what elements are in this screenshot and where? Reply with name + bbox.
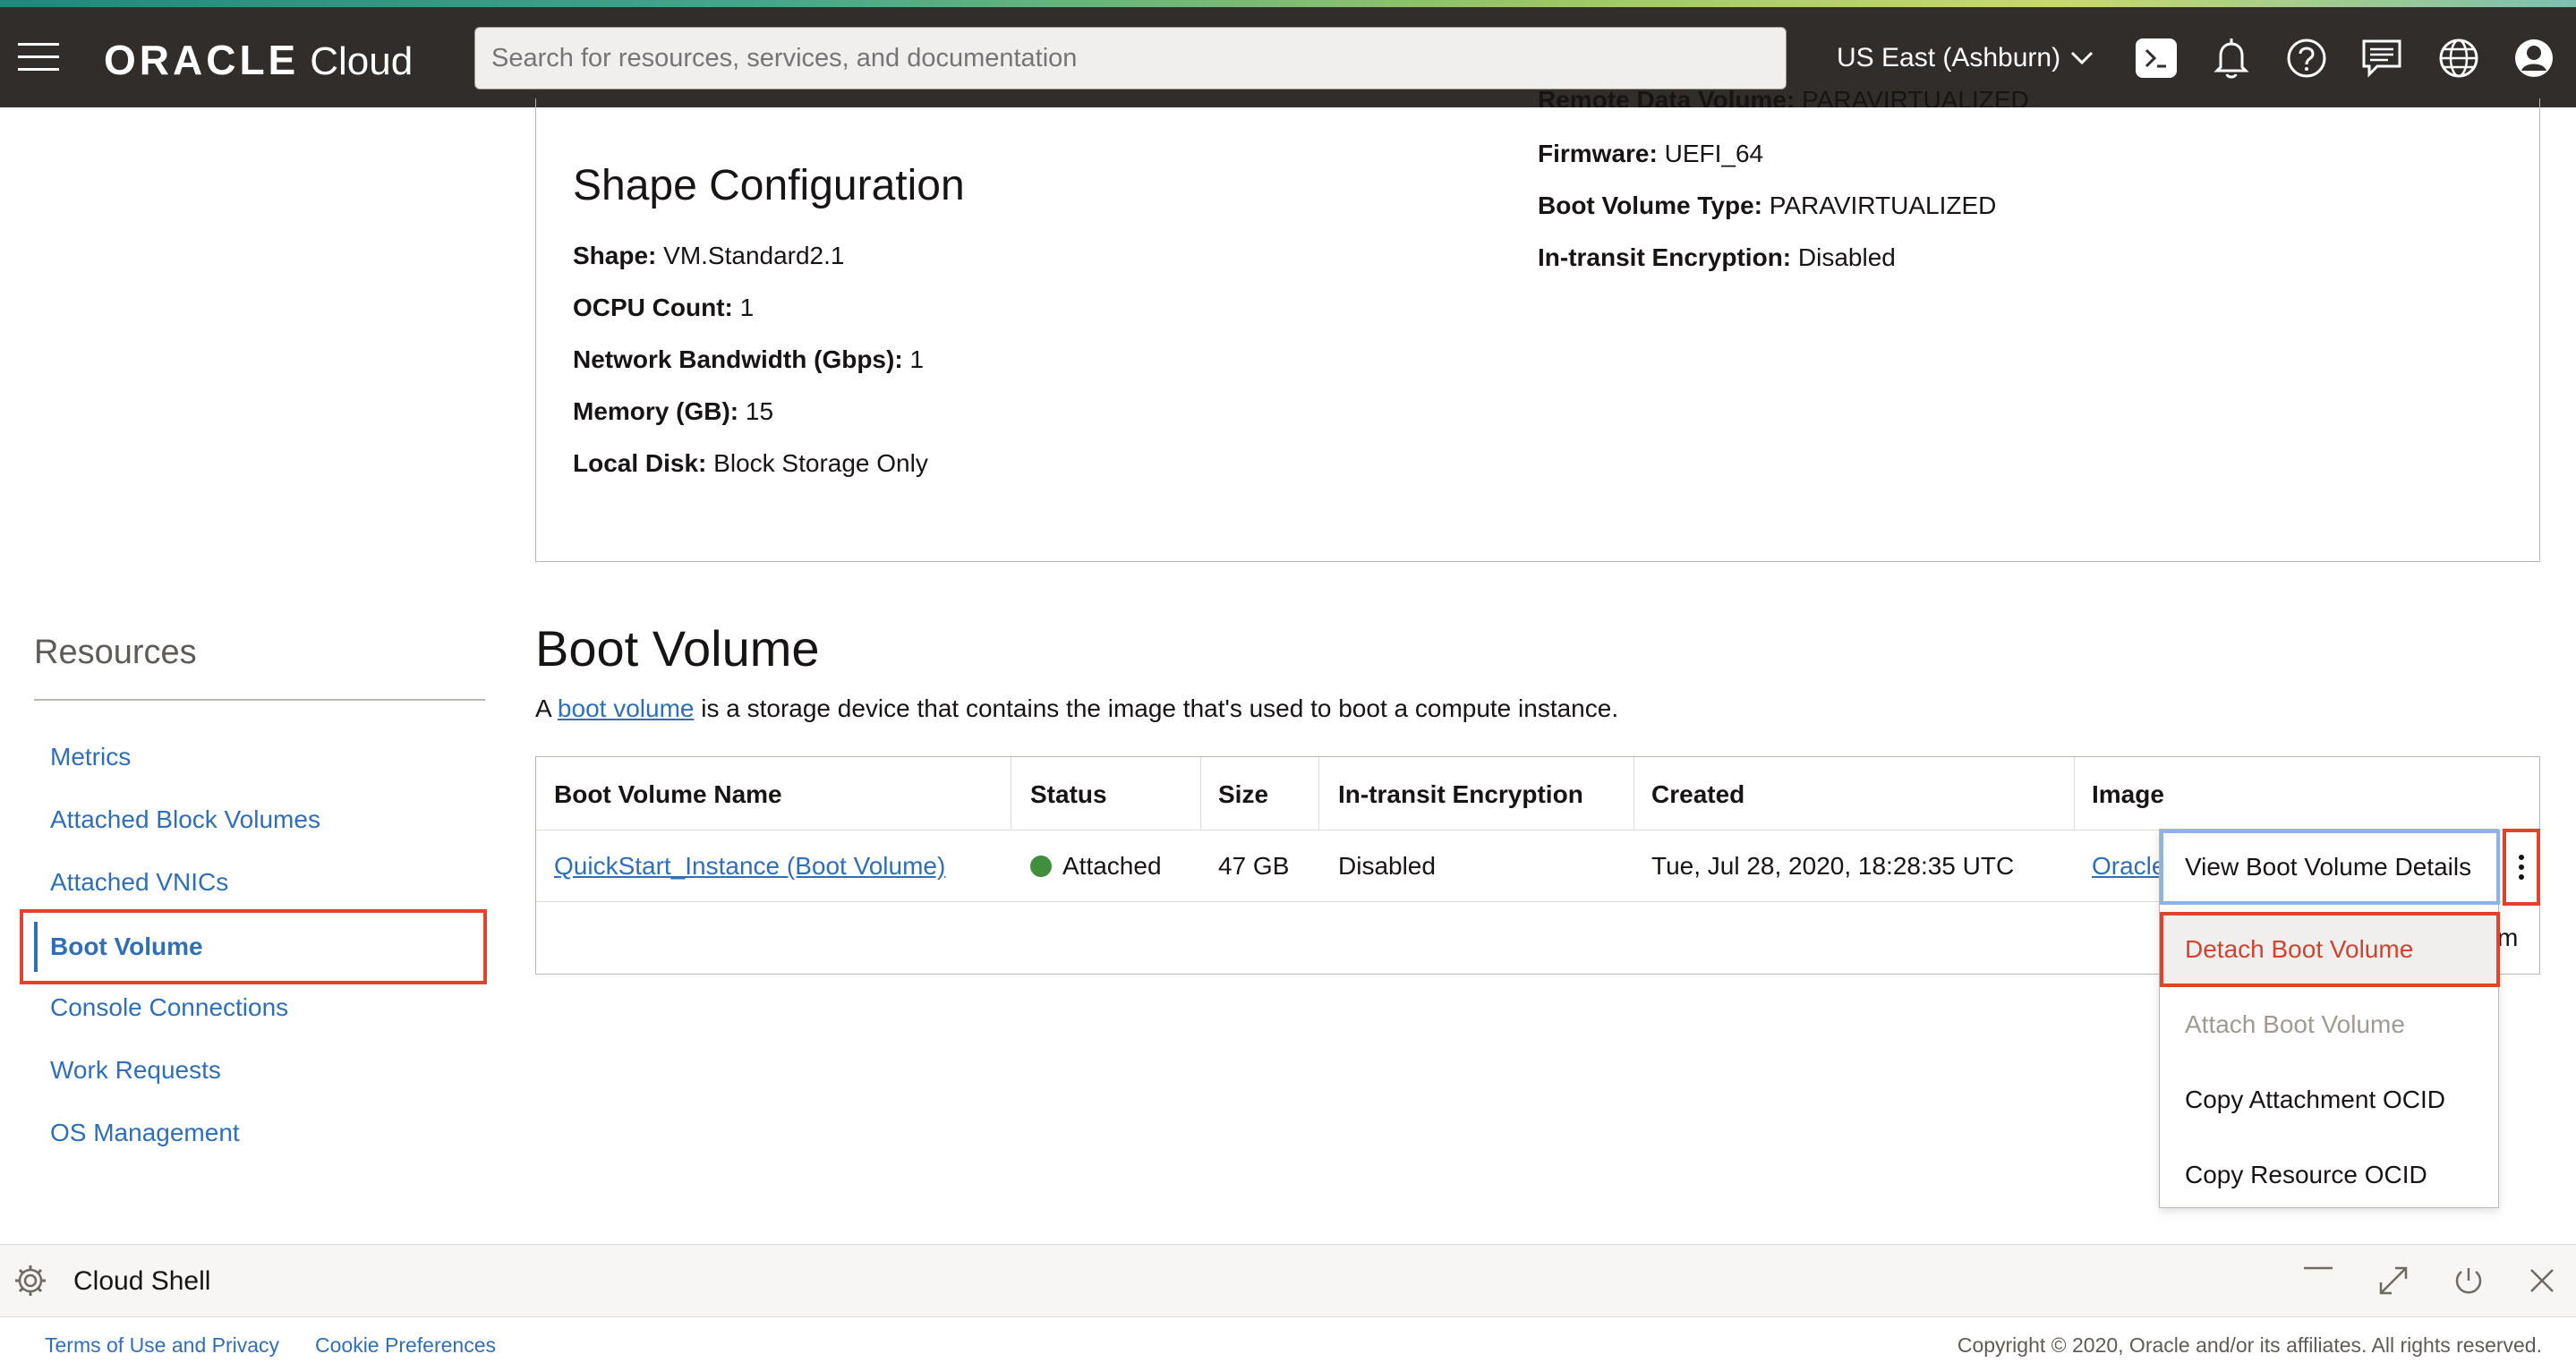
- logo-product: Cloud: [310, 39, 414, 83]
- in-transit-encryption-field: In-transit Encryption: Disabled: [1538, 243, 1896, 271]
- chat-icon[interactable]: [2359, 36, 2404, 81]
- terms-link[interactable]: Terms of Use and Privacy: [45, 1333, 279, 1358]
- encryption-cell: Disabled: [1338, 852, 1436, 880]
- user-avatar-icon[interactable]: [2512, 36, 2556, 81]
- sidebar-item-console-connections[interactable]: Console Connections: [50, 993, 288, 1022]
- region-label: US East (Ashburn): [1837, 43, 2061, 72]
- sidebar-item-attached-vnics[interactable]: Attached VNICs: [50, 868, 228, 897]
- expand-icon[interactable]: [2374, 1261, 2413, 1300]
- menu-item-view-boot-volume-details[interactable]: View Boot Volume Details: [2160, 830, 2500, 905]
- sidebar-item-label: Boot Volume: [50, 932, 203, 960]
- table-header: Boot Volume Name Status Size In-transit …: [536, 757, 2539, 830]
- status-dot-icon: [1030, 856, 1052, 877]
- column-header-name[interactable]: Boot Volume Name: [554, 780, 782, 809]
- boot-volume-description: A boot volume is a storage device that c…: [535, 694, 1619, 722]
- table-footer-text: m: [2497, 924, 2519, 951]
- resources-divider: [34, 699, 485, 701]
- column-header-created[interactable]: Created: [1651, 780, 1744, 809]
- close-icon[interactable]: [2522, 1261, 2562, 1300]
- cloud-shell-icon[interactable]: [2134, 36, 2179, 81]
- page-footer: Terms of Use and Privacy Cookie Preferen…: [0, 1317, 2576, 1371]
- help-icon[interactable]: [2284, 36, 2329, 81]
- restart-icon[interactable]: [2449, 1261, 2488, 1300]
- column-header-size[interactable]: Size: [1218, 780, 1268, 809]
- search-input[interactable]: [474, 27, 1787, 89]
- boot-volume-doc-link[interactable]: boot volume: [558, 694, 695, 722]
- boot-volume-type-field: Boot Volume Type: PARAVIRTUALIZED: [1538, 192, 1997, 219]
- globe-icon[interactable]: [2436, 36, 2481, 81]
- brand-stripe: [0, 0, 2576, 7]
- sidebar-item-work-requests[interactable]: Work Requests: [50, 1056, 221, 1085]
- copyright-text: Copyright © 2020, Oracle and/or its affi…: [1957, 1333, 2542, 1357]
- cloud-shell-label: Cloud Shell: [73, 1266, 211, 1296]
- network-bandwidth-field: Network Bandwidth (Gbps): 1: [573, 345, 925, 373]
- sidebar-item-metrics[interactable]: Metrics: [50, 743, 131, 771]
- row-actions-menu: View Boot Volume Details Detach Boot Vol…: [2159, 829, 2500, 1208]
- menu-item-copy-resource-ocid[interactable]: Copy Resource OCID: [2160, 1137, 2500, 1213]
- cloud-shell-bar: Cloud Shell: [0, 1244, 2576, 1317]
- cookie-preferences-link[interactable]: Cookie Preferences: [315, 1333, 496, 1358]
- menu-item-attach-boot-volume: Attach Boot Volume: [2185, 1010, 2405, 1038]
- status-badge: Attached: [1030, 852, 1162, 881]
- bell-icon[interactable]: [2209, 36, 2254, 81]
- region-selector[interactable]: US East (Ashburn): [1837, 43, 2094, 73]
- column-header-image[interactable]: Image: [2092, 780, 2164, 809]
- resources-title: Resources: [34, 634, 197, 671]
- boot-volume-name-link[interactable]: QuickStart_Instance (Boot Volume): [554, 852, 945, 881]
- image-link[interactable]: Oracle: [2092, 852, 2165, 881]
- memory-field: Memory (GB): 15: [573, 397, 774, 425]
- shape-configuration-title: Shape Configuration: [573, 162, 965, 209]
- firmware-field: Firmware: UEFI_64: [1538, 140, 1764, 167]
- created-cell: Tue, Jul 28, 2020, 18:28:35 UTC: [1651, 852, 2015, 880]
- column-header-status[interactable]: Status: [1030, 780, 1107, 809]
- menu-item-copy-attachment-ocid[interactable]: Copy Attachment OCID: [2160, 1062, 2500, 1137]
- ocpu-count-field: OCPU Count: 1: [573, 294, 755, 321]
- top-navbar: ORACLE Cloud US East (Ashburn): [0, 7, 2576, 107]
- sidebar-item-attached-block-volumes[interactable]: Attached Block Volumes: [50, 805, 320, 834]
- hamburger-menu-icon[interactable]: [18, 43, 59, 72]
- sidebar-item-os-management[interactable]: OS Management: [50, 1119, 240, 1147]
- chevron-down-icon: [2071, 51, 2094, 65]
- boot-volume-title: Boot Volume: [535, 620, 820, 677]
- oracle-cloud-logo[interactable]: ORACLE Cloud: [104, 36, 414, 83]
- logo-brand: ORACLE: [104, 37, 300, 83]
- menu-item-detach-boot-volume[interactable]: Detach Boot Volume: [2160, 912, 2500, 987]
- shape-field: Shape: VM.Standard2.1: [573, 242, 845, 269]
- sidebar-item-boot-volume[interactable]: Boot Volume: [20, 909, 487, 984]
- active-indicator: [34, 922, 38, 972]
- column-header-encryption[interactable]: In-transit Encryption: [1338, 780, 1583, 809]
- row-actions-kebab-icon[interactable]: [2503, 829, 2540, 906]
- local-disk-field: Local Disk: Block Storage Only: [573, 449, 928, 477]
- gear-icon[interactable]: [11, 1261, 50, 1300]
- minimize-icon[interactable]: [2299, 1261, 2338, 1300]
- size-cell: 47 GB: [1218, 852, 1290, 880]
